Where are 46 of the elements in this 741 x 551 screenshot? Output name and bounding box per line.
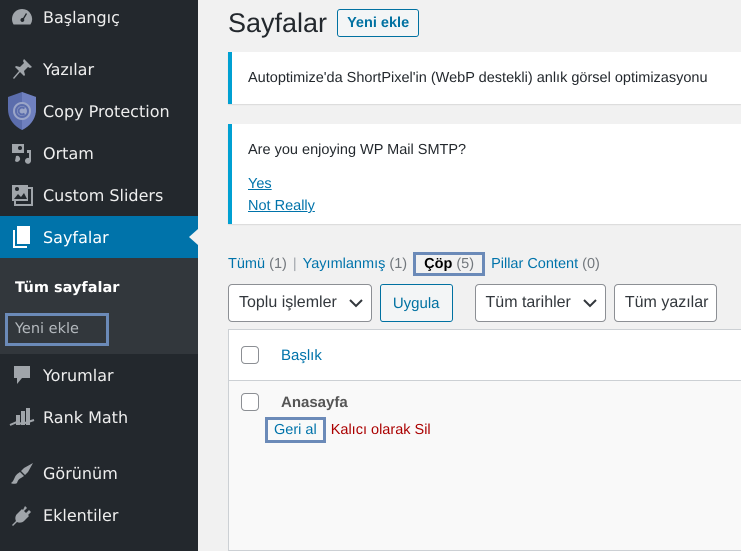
checkbox[interactable] [241, 393, 259, 411]
gallery-icon [10, 184, 32, 206]
add-new-button[interactable]: Yeni ekle [337, 9, 420, 37]
chart-icon [8, 407, 34, 427]
status-filter-link[interactable]: Tümü (1) [228, 254, 287, 274]
chevron-down-icon [582, 298, 597, 308]
page-title: Sayfalar [228, 8, 328, 38]
pages-icon [12, 226, 32, 248]
notice-text: Autoptimize'da ShortPixel'in (WebP destekli) anlık görsel optimizasyonu [248, 70, 709, 86]
chevron-down-icon [348, 298, 363, 308]
notice-text: Are you enjoying WP Mail SMTP? [248, 142, 468, 158]
menu-item[interactable]: Yazılar [0, 48, 198, 90]
plug-icon [10, 504, 32, 526]
status-filter-link[interactable]: Çöp (5) [413, 252, 486, 276]
post-type-dropdown[interactable]: Tüm yazılar [614, 284, 718, 322]
pin-icon [10, 58, 32, 80]
paintbrush-icon [10, 462, 34, 484]
pointer-icon [189, 229, 198, 245]
submenu-item[interactable]: Yeni ekle [5, 313, 109, 346]
date-filter-dropdown[interactable]: Tüm tarihler [474, 284, 606, 322]
comment-icon [12, 365, 32, 385]
separator: | [292, 256, 297, 272]
menu-item[interactable]: Copy Protection [0, 90, 198, 132]
menu-item[interactable]: Sayfalar [0, 216, 198, 258]
menu-item[interactable]: Görünüm [0, 452, 198, 494]
menu-item[interactable]: Ortam [0, 132, 198, 174]
delete-link[interactable]: Kalıcı olarak Sil [326, 417, 440, 443]
status-filter-link[interactable]: Pillar Content (0) [491, 254, 600, 274]
shield-icon [6, 91, 38, 131]
column-header[interactable]: Başlık [281, 346, 322, 364]
status-filter-link[interactable]: Yayımlanmış (1) [302, 254, 408, 274]
page-title-cell: Anasayfa [281, 394, 348, 410]
submenu-item[interactable]: Tüm sayfalar [5, 272, 128, 305]
restore-link[interactable]: Geri al [265, 417, 326, 443]
bulk-actions-dropdown[interactable]: Toplu işlemler [228, 284, 372, 322]
menu-item[interactable]: Rank Math [0, 396, 198, 438]
notice-link[interactable]: Not Really [248, 198, 315, 214]
gauge-icon [10, 7, 32, 27]
notice-link[interactable]: Yes [248, 176, 272, 192]
menu-item[interactable]: Yorumlar [0, 354, 198, 396]
media-icon [10, 142, 32, 164]
menu-item[interactable]: Custom Sliders [0, 174, 198, 216]
apply-button[interactable]: Uygula [380, 284, 453, 322]
menu-item[interactable]: Başlangıç [0, 0, 198, 34]
checkbox[interactable] [241, 346, 259, 364]
menu-item[interactable]: Eklentiler [0, 494, 198, 536]
